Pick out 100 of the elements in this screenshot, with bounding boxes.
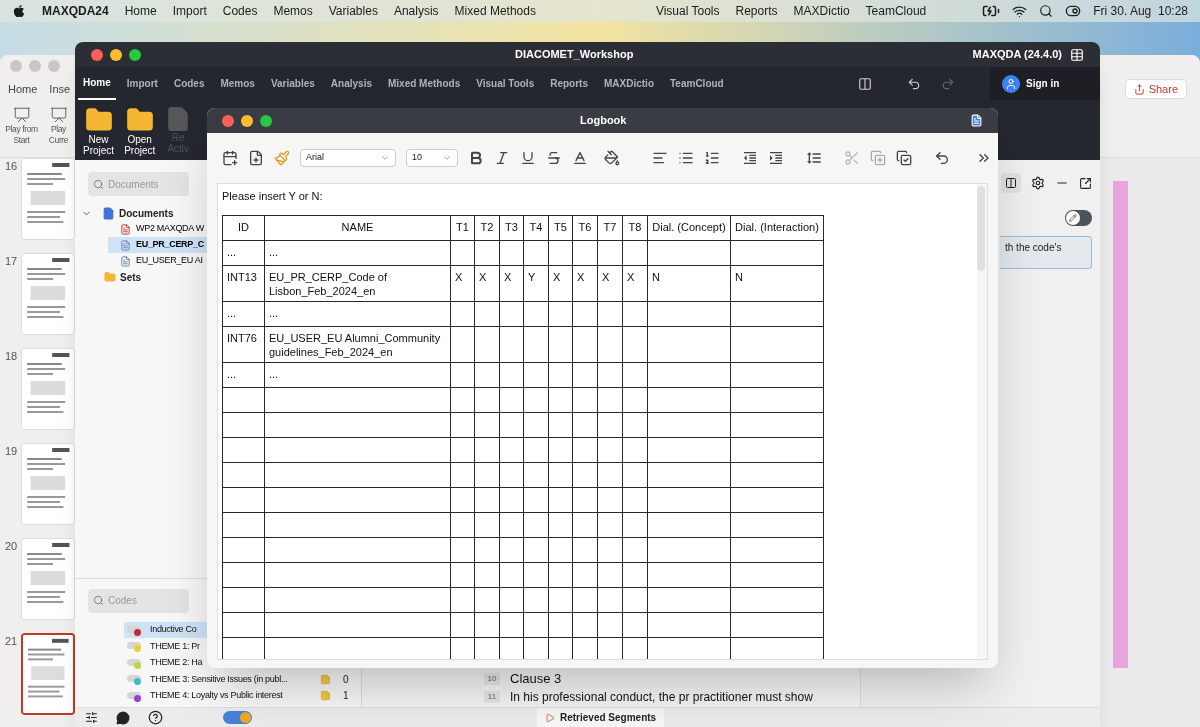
- outdent-icon[interactable]: [742, 150, 758, 166]
- memo-box[interactable]: th the code's: [1000, 236, 1092, 269]
- table-cell: [474, 587, 500, 613]
- menu-item[interactable]: MAXDictio: [793, 2, 850, 20]
- table-cell: [523, 487, 549, 513]
- menu-item[interactable]: Mixed Methods: [454, 2, 536, 20]
- panel-view-button[interactable]: [1001, 173, 1021, 193]
- edit-toggle[interactable]: [1065, 210, 1092, 226]
- tree-item[interactable]: Sets: [120, 269, 142, 285]
- table-icon[interactable]: [1070, 47, 1084, 62]
- tree-item[interactable]: WP2 MAXQDA W: [108, 221, 207, 237]
- table-cell: [499, 437, 524, 463]
- align-icon[interactable]: [652, 150, 668, 166]
- ribbon-tab[interactable]: Analysis: [325, 67, 377, 100]
- scrollbar[interactable]: [977, 186, 985, 271]
- slide-thumbnail[interactable]: [21, 633, 75, 715]
- window-control[interactable]: [91, 48, 103, 61]
- ribbon-tab[interactable]: Memos: [215, 67, 260, 100]
- ribbon-tab[interactable]: Variables: [265, 67, 320, 100]
- indent-icon[interactable]: [768, 150, 784, 166]
- insert-file-icon[interactable]: [248, 150, 264, 166]
- ribbon-tab[interactable]: Home: [8, 80, 38, 98]
- wifi-icon[interactable]: [1012, 3, 1028, 19]
- text-color-icon[interactable]: [572, 150, 588, 166]
- menu-item[interactable]: MAXQDA24: [42, 2, 109, 20]
- table-cell: EU_USER_EU Alumni_Community guidelines_Feb_2024_en: [264, 326, 451, 363]
- redo-icon[interactable]: [941, 76, 955, 91]
- toolbar-button[interactable]: New Project: [83, 106, 115, 156]
- ribbon-tab[interactable]: Import: [121, 67, 163, 100]
- toolbar-button[interactable]: Open Project: [124, 106, 156, 156]
- apple-icon[interactable]: [12, 4, 26, 18]
- menu-item[interactable]: Memos: [273, 2, 313, 20]
- menu-item[interactable]: Home: [124, 2, 157, 20]
- line-spacing-icon[interactable]: [806, 150, 822, 166]
- table-cell: [597, 387, 623, 413]
- menu-item[interactable]: Codes: [222, 2, 258, 20]
- clock[interactable]: Fri 30. Aug 10:28: [1093, 2, 1188, 20]
- menu-item[interactable]: Import: [172, 2, 207, 20]
- code-item[interactable]: THEME 4: Loyalty vs Public interest: [124, 687, 314, 704]
- mode-switch[interactable]: [223, 711, 252, 724]
- menu-item[interactable]: Variables: [328, 2, 378, 20]
- table-cell: [450, 326, 475, 363]
- share-button[interactable]: Share: [1124, 79, 1187, 99]
- undock-icon[interactable]: [1079, 176, 1092, 190]
- highlight-icon[interactable]: [604, 150, 620, 166]
- search-icon: [93, 178, 104, 190]
- table-cell: X: [597, 265, 623, 302]
- settings-sliders-icon[interactable]: [85, 711, 98, 724]
- numbered-list-icon[interactable]: [704, 150, 720, 166]
- tree-item[interactable]: EU_USER_EU AI: [108, 253, 207, 269]
- ribbon-tab[interactable]: Inse: [49, 80, 71, 98]
- window-control[interactable]: [222, 114, 234, 127]
- search-icon[interactable]: [1039, 4, 1054, 18]
- font-select[interactable]: Arial: [300, 149, 396, 167]
- help-icon[interactable]: [148, 710, 163, 725]
- window-control[interactable]: [129, 48, 141, 61]
- font-size-select[interactable]: 10: [406, 149, 458, 167]
- tree-item[interactable]: EU_PR_CERP_C: [108, 237, 207, 253]
- ribbon-button[interactable]: Play Curre: [42, 106, 75, 146]
- retrieved-segments-button[interactable]: Retrieved Segments: [537, 708, 665, 727]
- insert-date-icon[interactable]: [222, 150, 238, 166]
- chat-icon[interactable]: [116, 710, 130, 725]
- paste-icon[interactable]: [896, 150, 912, 166]
- ribbon-tab[interactable]: Reports: [545, 67, 593, 100]
- window-control[interactable]: [110, 48, 122, 61]
- window-control[interactable]: [260, 114, 272, 127]
- ribbon-tab[interactable]: Codes: [168, 67, 210, 100]
- table-cell: [222, 437, 265, 463]
- document-icon[interactable]: [970, 114, 983, 127]
- bullet-list-icon[interactable]: [678, 150, 694, 166]
- undo-icon[interactable]: [907, 76, 921, 91]
- menu-item[interactable]: TeamCloud: [865, 2, 927, 20]
- undo-icon[interactable]: [934, 150, 950, 166]
- italic-icon[interactable]: [494, 150, 510, 166]
- underline-icon[interactable]: [520, 150, 536, 166]
- table-cell: [597, 512, 623, 538]
- settings-icon[interactable]: [1031, 176, 1045, 190]
- code-item[interactable]: THEME 1: Pr: [124, 638, 207, 655]
- ribbon-tab[interactable]: MAXDictio: [599, 67, 659, 100]
- menu-item[interactable]: Visual Tools: [655, 2, 720, 20]
- menu-item[interactable]: Reports: [735, 2, 778, 20]
- menu-item[interactable]: Analysis: [393, 2, 439, 20]
- ribbon-button[interactable]: Play from Start: [5, 106, 38, 146]
- table-cell: [523, 537, 549, 563]
- code-item[interactable]: THEME 3: Sensitive Issues (in publ...: [124, 671, 314, 688]
- ribbon-tab[interactable]: TeamCloud: [665, 67, 729, 100]
- code-item[interactable]: Inductive Co: [124, 621, 207, 638]
- code-item[interactable]: THEME 2: Ha: [124, 654, 207, 671]
- control-center-icon[interactable]: [1065, 3, 1082, 19]
- table-cell: [474, 301, 500, 327]
- bold-icon[interactable]: [468, 150, 484, 166]
- ribbon-tab[interactable]: Visual Tools: [471, 67, 540, 100]
- tree-item[interactable]: Documents: [119, 206, 174, 221]
- pencil-icon: [1069, 214, 1077, 222]
- strikethrough-icon[interactable]: [546, 150, 562, 166]
- ribbon-tab[interactable]: Mixed Methods: [383, 67, 466, 100]
- window-control[interactable]: [241, 114, 253, 127]
- documents-icon: [102, 207, 115, 220]
- layout-icon[interactable]: [858, 76, 872, 91]
- share-icon: [1133, 83, 1145, 95]
